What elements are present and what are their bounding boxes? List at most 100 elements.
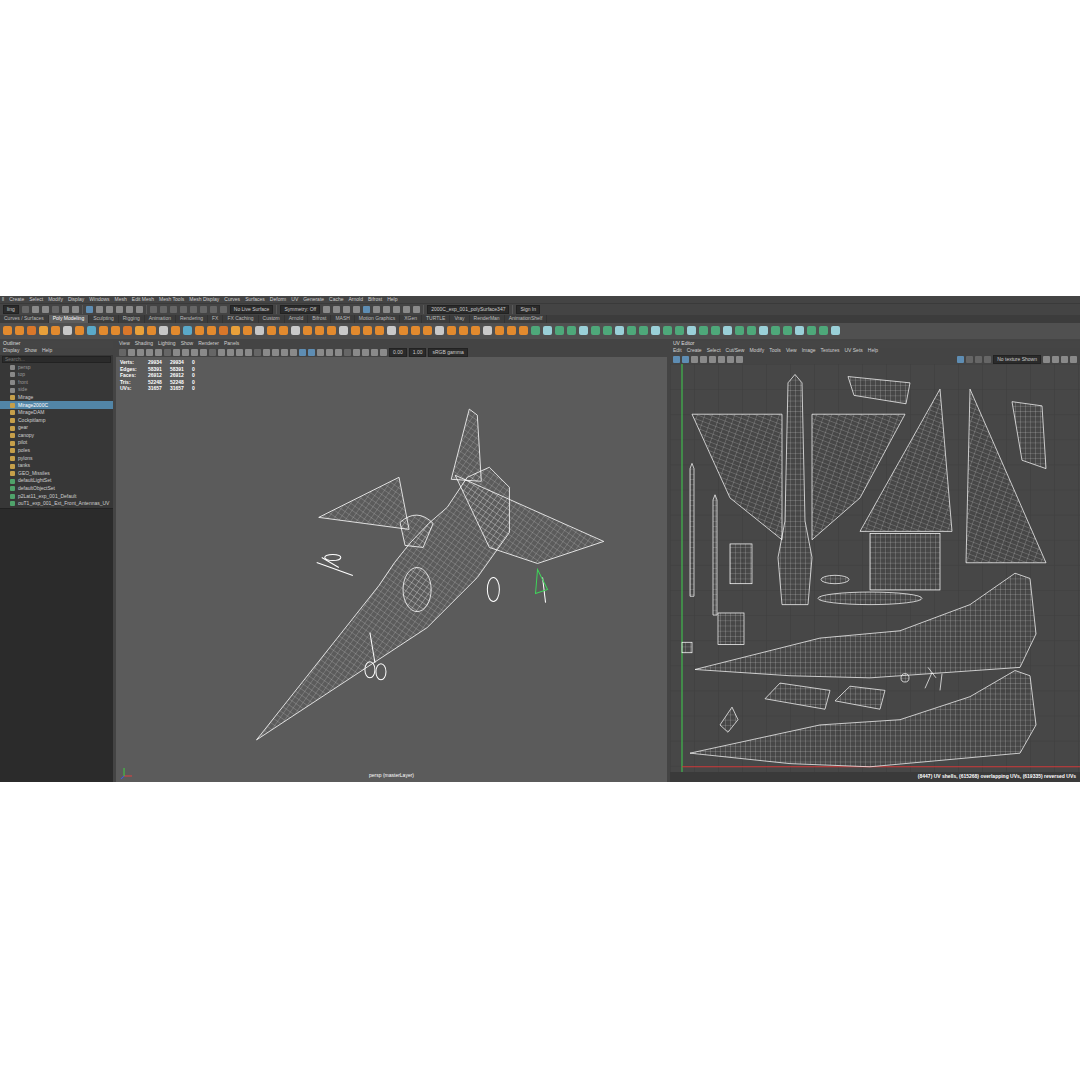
file-icon[interactable] [62, 306, 69, 313]
file-icon[interactable] [32, 306, 39, 313]
symmetry-field[interactable]: Symmetry: Off [280, 305, 320, 315]
render-icon[interactable] [333, 306, 340, 313]
shelf-tab[interactable]: Poly Modeling [49, 315, 89, 323]
menu-item[interactable]: Windows [89, 297, 109, 303]
display-icon[interactable] [1061, 356, 1068, 363]
value-field[interactable]: 1.00 [409, 348, 427, 358]
viewport-tool-icon[interactable] [290, 349, 297, 356]
viewport-tool-icon[interactable] [137, 349, 144, 356]
shelf-tool-icon[interactable] [603, 326, 612, 335]
viewport-tool-icon[interactable] [245, 349, 252, 356]
render-icon[interactable] [383, 306, 390, 313]
outliner-item[interactable]: MirageDAM [0, 409, 113, 417]
menu-item[interactable]: Surfaces [245, 297, 265, 303]
outliner-item[interactable]: Mirage2000C [0, 401, 113, 409]
shelf-tab[interactable]: Sculpting [89, 315, 119, 323]
shelf-tool-icon[interactable] [819, 326, 828, 335]
menu-item[interactable]: View [786, 348, 797, 354]
shelf-tool-icon[interactable] [783, 326, 792, 335]
outliner-item[interactable]: pylons [0, 455, 113, 463]
viewport-tool-icon[interactable] [200, 349, 207, 356]
shelf-tool-icon[interactable] [111, 326, 120, 335]
viewport-tool-icon[interactable] [317, 349, 324, 356]
shelf-tool-icon[interactable] [27, 326, 36, 335]
texture-icon[interactable] [975, 356, 982, 363]
menu-item[interactable]: Shading [135, 341, 153, 347]
viewport-tool-icon[interactable] [218, 349, 225, 356]
shelf-tab[interactable]: Vray [450, 315, 469, 323]
menu-item[interactable]: Select [29, 297, 43, 303]
viewport-tool-icon[interactable] [326, 349, 333, 356]
shelf-tab[interactable]: Motion Graphics [355, 315, 400, 323]
menu-item[interactable]: Help [387, 297, 397, 303]
menu-item[interactable]: Generate [303, 297, 324, 303]
viewport-tool-icon[interactable] [362, 349, 369, 356]
shelf-tool-icon[interactable] [51, 326, 60, 335]
shelf-tool-icon[interactable] [567, 326, 576, 335]
shelf-tool-icon[interactable] [495, 326, 504, 335]
uv-canvas[interactable] [670, 364, 1080, 772]
select-mode-icon[interactable] [136, 306, 143, 313]
viewport-tool-icon[interactable] [263, 349, 270, 356]
uv-tool-icon[interactable] [727, 356, 734, 363]
shelf-tool-icon[interactable] [99, 326, 108, 335]
viewport-tool-icon[interactable] [128, 349, 135, 356]
viewport-tool-icon[interactable] [209, 349, 216, 356]
menu-item[interactable]: View [119, 341, 130, 347]
sign-in-button[interactable]: Sign In [516, 305, 540, 315]
shelf-tab[interactable]: AnimationShelf [505, 315, 548, 323]
shelf-tool-icon[interactable] [303, 326, 312, 335]
shelf-tab[interactable]: Animation [145, 315, 176, 323]
snap-icon[interactable] [170, 306, 177, 313]
menu-item[interactable]: Textures [821, 348, 840, 354]
render-icon[interactable] [413, 306, 420, 313]
shelf-tool-icon[interactable] [363, 326, 372, 335]
shelf-tab[interactable]: Rigging [119, 315, 145, 323]
outliner-item[interactable]: canopy [0, 432, 113, 440]
viewport-tool-icon[interactable] [164, 349, 171, 356]
shelf-tool-icon[interactable] [675, 326, 684, 335]
shelf-tool-icon[interactable] [507, 326, 516, 335]
uv-tool-icon[interactable] [682, 356, 689, 363]
menu-item[interactable]: Bifrost [368, 297, 382, 303]
shelf-tool-icon[interactable] [687, 326, 696, 335]
texture-icon[interactable] [966, 356, 973, 363]
outliner-item[interactable]: Cockpitlamp [0, 417, 113, 425]
live-surface-field[interactable]: No Live Surface [230, 305, 274, 315]
menu-item[interactable]: ll [2, 297, 4, 303]
shelf-tab[interactable]: MASH [331, 315, 354, 323]
menu-item[interactable]: Modify [48, 297, 63, 303]
viewport-tool-icon[interactable] [371, 349, 378, 356]
menu-item[interactable]: Modify [749, 348, 764, 354]
viewport-tool-icon[interactable] [173, 349, 180, 356]
shelf-tool-icon[interactable] [267, 326, 276, 335]
shelf-tool-icon[interactable] [639, 326, 648, 335]
shelf-tab[interactable]: FX Caching [223, 315, 258, 323]
shelf-tool-icon[interactable] [435, 326, 444, 335]
uv-tool-icon[interactable] [691, 356, 698, 363]
select-mode-icon[interactable] [96, 306, 103, 313]
viewport-tool-icon[interactable] [155, 349, 162, 356]
menu-item[interactable]: UV [291, 297, 298, 303]
menu-item[interactable]: Help [42, 348, 52, 354]
outliner-item[interactable]: GEO_Missiles [0, 470, 113, 478]
menu-item[interactable]: Mesh Display [189, 297, 219, 303]
shelf-tool-icon[interactable] [171, 326, 180, 335]
uv-tool-icon[interactable] [673, 356, 680, 363]
outliner-item[interactable]: p2Lat11_exp_001_Default [0, 493, 113, 501]
menu-item[interactable]: Cut/Sew [726, 348, 745, 354]
shelf-tool-icon[interactable] [747, 326, 756, 335]
value-field[interactable]: 0.00 [389, 348, 407, 358]
shelf-tab[interactable]: Rendering [176, 315, 208, 323]
shelf-tool-icon[interactable] [351, 326, 360, 335]
shelf-tab[interactable]: RenderMan [470, 315, 505, 323]
viewport-tool-icon[interactable] [227, 349, 234, 356]
display-icon[interactable] [1052, 356, 1059, 363]
outliner-item[interactable]: persp [0, 364, 113, 372]
shelf-tool-icon[interactable] [699, 326, 708, 335]
shelf-tool-icon[interactable] [471, 326, 480, 335]
shelf-tool-icon[interactable] [459, 326, 468, 335]
shelf-tool-icon[interactable] [135, 326, 144, 335]
shelf-tool-icon[interactable] [279, 326, 288, 335]
shelf-tool-icon[interactable] [411, 326, 420, 335]
